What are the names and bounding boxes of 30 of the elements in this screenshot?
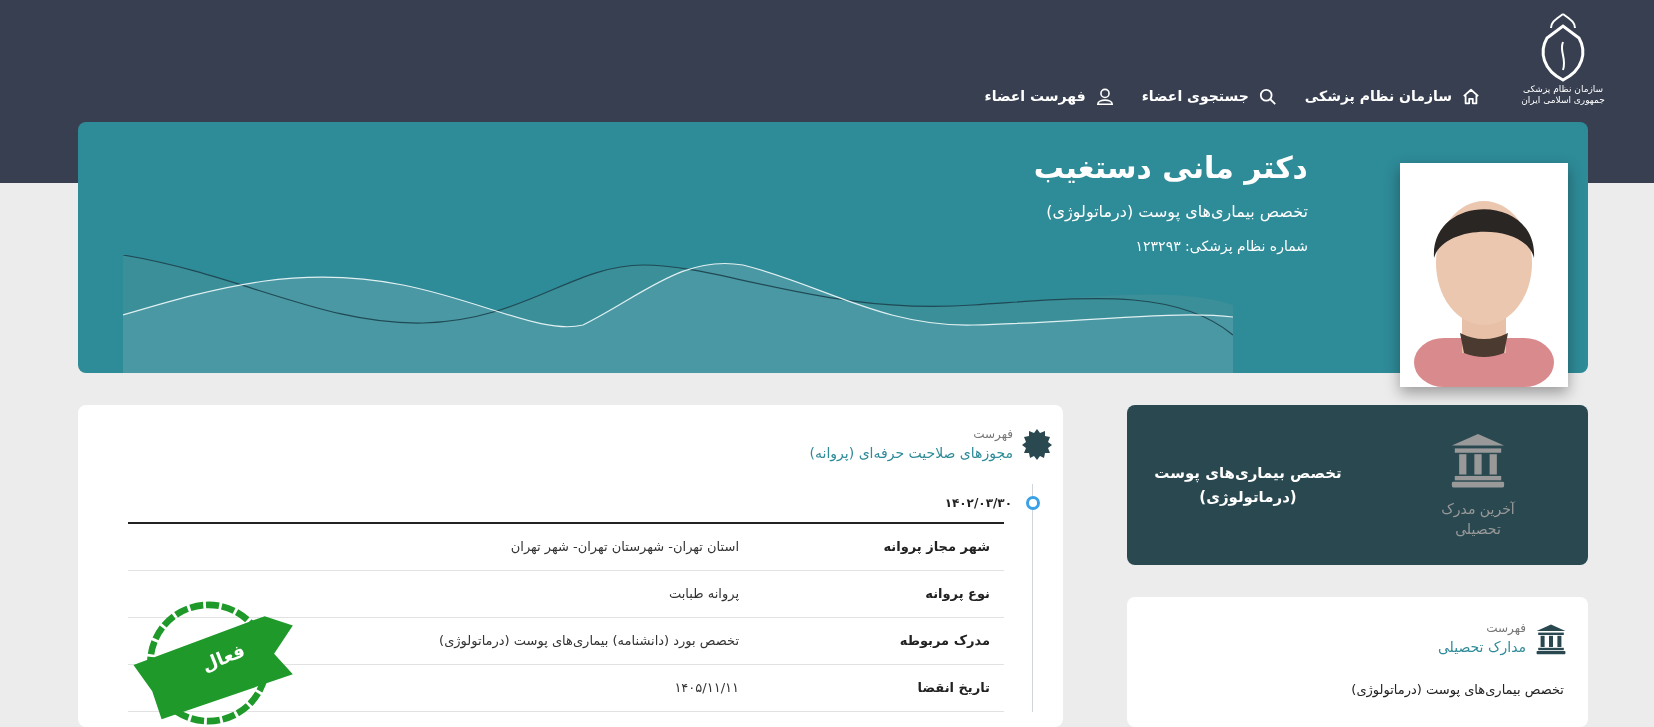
field-label: شهر مجاز پروانه: [882, 538, 991, 557]
degree-label: آخرین مدرک تحصیلی: [1440, 499, 1516, 539]
degree-title: تخصص بیماری‌های پوست (درماتولوژی): [1153, 463, 1343, 508]
timeline-dot: [1026, 496, 1040, 510]
user-icon: [1095, 87, 1114, 106]
degree-item: تخصص بیماری‌های پوست (درماتولوژی): [1350, 681, 1564, 700]
nav-link[interactable]: فهرست اعضاء: [984, 86, 1114, 107]
field-value: ۱۴۰۵/۱۱/۱۱: [674, 679, 739, 698]
field-label: مدرک مربوطه: [898, 632, 991, 651]
stamp-label: فعال: [197, 638, 249, 678]
home-icon: [1462, 87, 1480, 106]
nav-link[interactable]: جستجوی اعضاء: [1141, 86, 1277, 107]
section-title: مدارک تحصیلی: [1437, 638, 1526, 658]
badge-icon: [1021, 428, 1053, 461]
section-caption: فهرست: [1485, 620, 1526, 637]
doctor-name: دکتر مانی دستغیب: [1033, 150, 1308, 186]
section-title: مجوزهای صلاحیت حرفه‌ای (پروانه): [809, 444, 1013, 464]
institution-icon: [1534, 622, 1568, 655]
specialty-text: تخصص بیماری‌های پوست (درماتولوژی): [1045, 201, 1308, 224]
field-value: تخصص بورد (دانشنامه) بیماری‌های پوست (درماتولوژی): [439, 632, 739, 651]
nav-link[interactable]: سازمان نظام پزشکی: [1304, 86, 1480, 107]
search-icon: [1258, 87, 1277, 106]
field-value: استان تهران- شهرستان تهران- شهر تهران: [510, 538, 739, 557]
logo-caption: سازمان نظام پزشکی جمهوری اسلامی ایران: [1520, 84, 1606, 106]
field-value: پروانه طبابت: [669, 585, 739, 604]
field-label: نوع پروانه: [924, 585, 991, 604]
field-label: تاریخ انقضا: [916, 679, 991, 698]
license-number: شماره نظام پزشکی: ۱۲۳۲۹۳: [1134, 237, 1308, 257]
license-date: ۱۴۰۲/۰۳/۳۰: [944, 495, 1012, 512]
section-caption: فهرست: [972, 426, 1013, 443]
